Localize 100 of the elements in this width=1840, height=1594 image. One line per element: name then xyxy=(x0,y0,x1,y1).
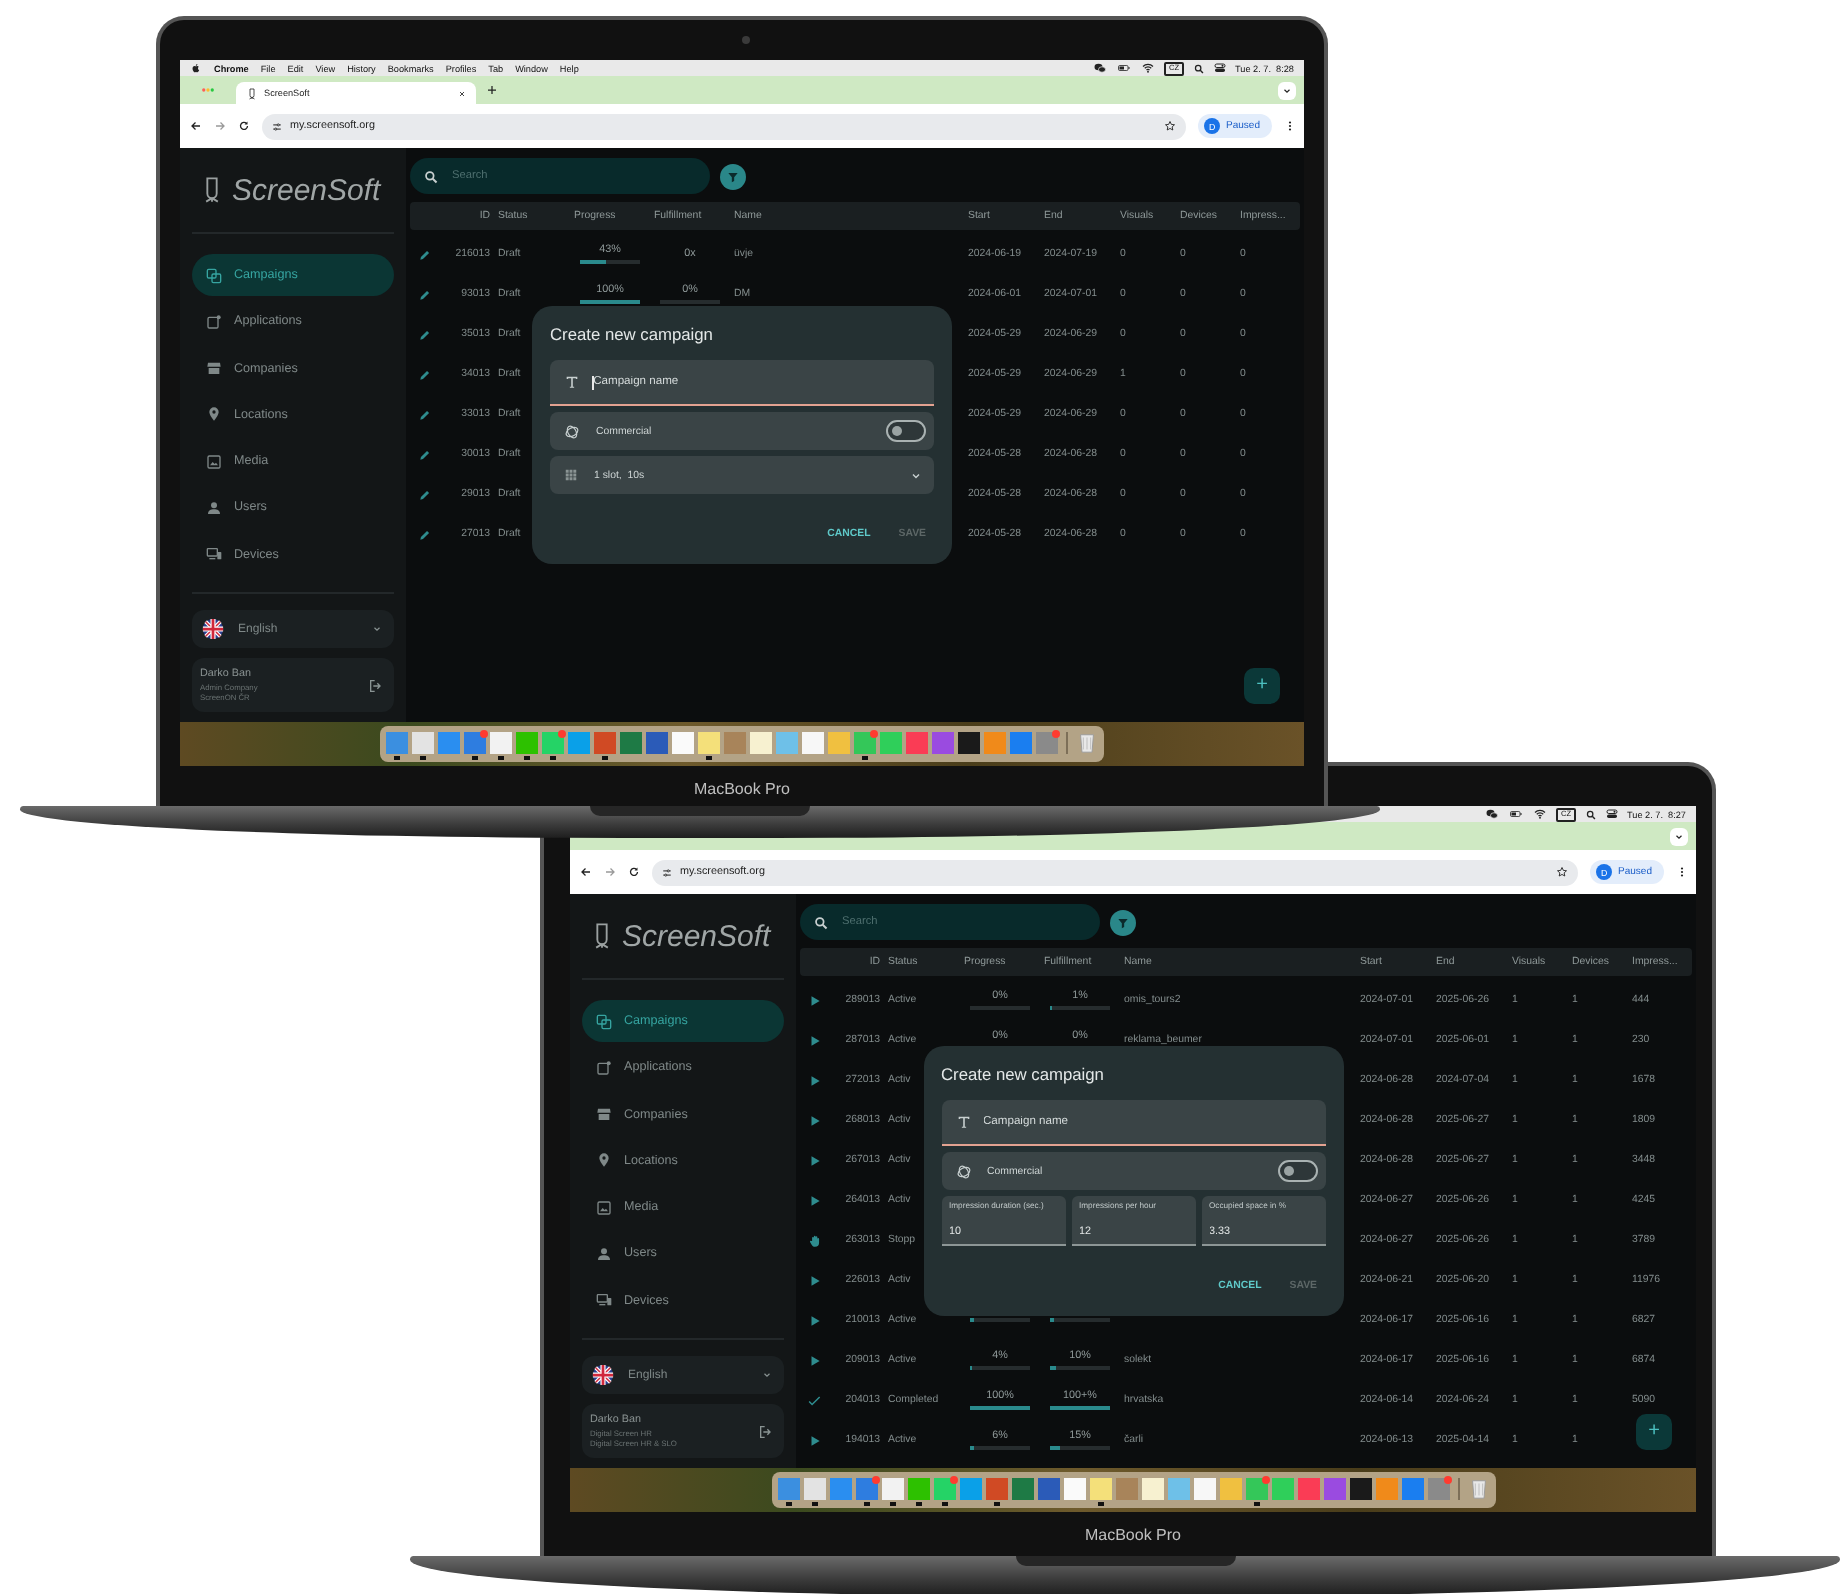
play-icon[interactable] xyxy=(807,1073,821,1087)
wifi-icon[interactable] xyxy=(1142,62,1155,74)
app-icon[interactable] xyxy=(1089,1478,1111,1506)
play-icon[interactable] xyxy=(807,1313,821,1327)
text-cursor xyxy=(592,375,594,389)
play-icon[interactable] xyxy=(807,1433,821,1447)
squares-icon xyxy=(206,267,222,283)
person-icon xyxy=(596,1245,612,1262)
app-icon[interactable] xyxy=(985,1478,1007,1506)
toggles-icon[interactable] xyxy=(1213,62,1226,74)
tune-icon[interactable] xyxy=(272,121,282,131)
search-icon xyxy=(814,915,828,929)
logo-text: ScreenSoft xyxy=(232,173,381,207)
logo-text: ScreenSoft xyxy=(622,919,771,953)
pin-icon xyxy=(206,406,222,423)
back-icon[interactable] xyxy=(190,120,202,132)
play-icon[interactable] xyxy=(807,1153,821,1167)
pencil-icon[interactable] xyxy=(417,527,431,541)
filter-button[interactable] xyxy=(720,163,746,189)
devices-icon xyxy=(206,546,222,563)
app-icon[interactable] xyxy=(881,1478,903,1506)
forward-icon[interactable] xyxy=(214,120,226,132)
search-icon[interactable] xyxy=(1193,63,1204,73)
play-icon[interactable] xyxy=(807,1033,821,1047)
pencil-icon[interactable] xyxy=(417,367,431,381)
chat-bubbles-icon[interactable] xyxy=(1486,808,1499,820)
camera-dot xyxy=(742,36,750,44)
play-icon[interactable] xyxy=(807,1273,821,1287)
tab-list-button[interactable] xyxy=(1278,81,1296,99)
logout-icon[interactable] xyxy=(368,677,384,693)
squares-icon xyxy=(596,1013,612,1029)
star-icon[interactable] xyxy=(1556,866,1569,878)
loop-icon xyxy=(955,1163,971,1179)
logout-icon[interactable] xyxy=(758,1423,774,1439)
star-icon[interactable] xyxy=(1164,120,1177,132)
loop-icon xyxy=(564,423,580,439)
text-format-icon xyxy=(955,1114,971,1130)
app-icon[interactable] xyxy=(542,732,564,760)
tune-icon[interactable] xyxy=(662,867,672,877)
check-icon[interactable] xyxy=(807,1393,821,1407)
chevron-down-icon xyxy=(372,624,382,634)
pencil-icon[interactable] xyxy=(417,287,431,301)
pencil-icon[interactable] xyxy=(417,327,431,341)
app-icon[interactable] xyxy=(803,1478,825,1506)
pencil-icon[interactable] xyxy=(417,407,431,421)
search-icon[interactable] xyxy=(1585,809,1596,819)
close-icon[interactable] xyxy=(458,89,466,97)
flag-icon xyxy=(592,1364,614,1386)
battery-icon[interactable] xyxy=(1508,808,1525,820)
toggle-switch[interactable] xyxy=(886,420,926,442)
back-icon[interactable] xyxy=(580,866,592,878)
devices-icon xyxy=(596,1292,612,1309)
app-icon[interactable] xyxy=(854,732,876,760)
hand-icon[interactable] xyxy=(807,1233,821,1247)
search-icon xyxy=(424,169,438,183)
app-icon[interactable] xyxy=(698,732,720,760)
app-icon[interactable] xyxy=(907,1478,929,1506)
chevron-down-icon xyxy=(1282,85,1292,95)
reload-icon[interactable] xyxy=(238,120,250,132)
app-icon[interactable] xyxy=(855,1478,877,1506)
play-icon[interactable] xyxy=(807,1353,821,1367)
chat-bubbles-icon[interactable] xyxy=(1094,62,1107,74)
pencil-icon[interactable] xyxy=(417,247,431,261)
app-icon[interactable] xyxy=(1245,1478,1267,1506)
forward-icon[interactable] xyxy=(604,866,616,878)
app-icon[interactable] xyxy=(933,1478,955,1506)
toggles-icon[interactable] xyxy=(1605,808,1618,820)
logo-icon xyxy=(246,87,258,99)
app-icon[interactable] xyxy=(594,732,616,760)
play-icon[interactable] xyxy=(807,1193,821,1207)
more-icon[interactable] xyxy=(1676,866,1688,878)
app-icon[interactable] xyxy=(1349,1478,1371,1506)
person-icon xyxy=(206,499,222,516)
model-label: MacBook Pro xyxy=(1084,1526,1182,1544)
play-icon[interactable] xyxy=(807,1113,821,1127)
plus-icon[interactable] xyxy=(486,84,498,96)
toggle-switch[interactable] xyxy=(1277,1160,1317,1182)
chevron-down-icon xyxy=(1674,831,1684,841)
app-icon[interactable] xyxy=(490,732,512,760)
grid-icon xyxy=(564,468,578,482)
more-icon[interactable] xyxy=(1284,120,1296,132)
app-icon[interactable] xyxy=(777,1478,799,1506)
pin-icon xyxy=(596,1152,612,1169)
app-icon[interactable] xyxy=(386,732,408,760)
play-icon[interactable] xyxy=(807,993,821,1007)
reload-icon[interactable] xyxy=(628,866,640,878)
pencil-icon[interactable] xyxy=(417,487,431,501)
filter-button[interactable] xyxy=(1110,909,1136,935)
wifi-icon[interactable] xyxy=(1534,808,1547,820)
pencil-icon[interactable] xyxy=(417,447,431,461)
tab-list-button[interactable] xyxy=(1670,827,1688,845)
app-icon[interactable] xyxy=(516,732,538,760)
apple-icon[interactable] xyxy=(190,62,202,74)
app-icon[interactable] xyxy=(958,732,980,760)
app-icon[interactable] xyxy=(412,732,434,760)
model-label: MacBook Pro xyxy=(693,780,791,798)
battery-icon[interactable] xyxy=(1116,62,1133,74)
app-icon[interactable] xyxy=(464,732,486,760)
add-button[interactable]: + xyxy=(1636,1414,1672,1450)
add-button[interactable]: + xyxy=(1244,668,1280,704)
